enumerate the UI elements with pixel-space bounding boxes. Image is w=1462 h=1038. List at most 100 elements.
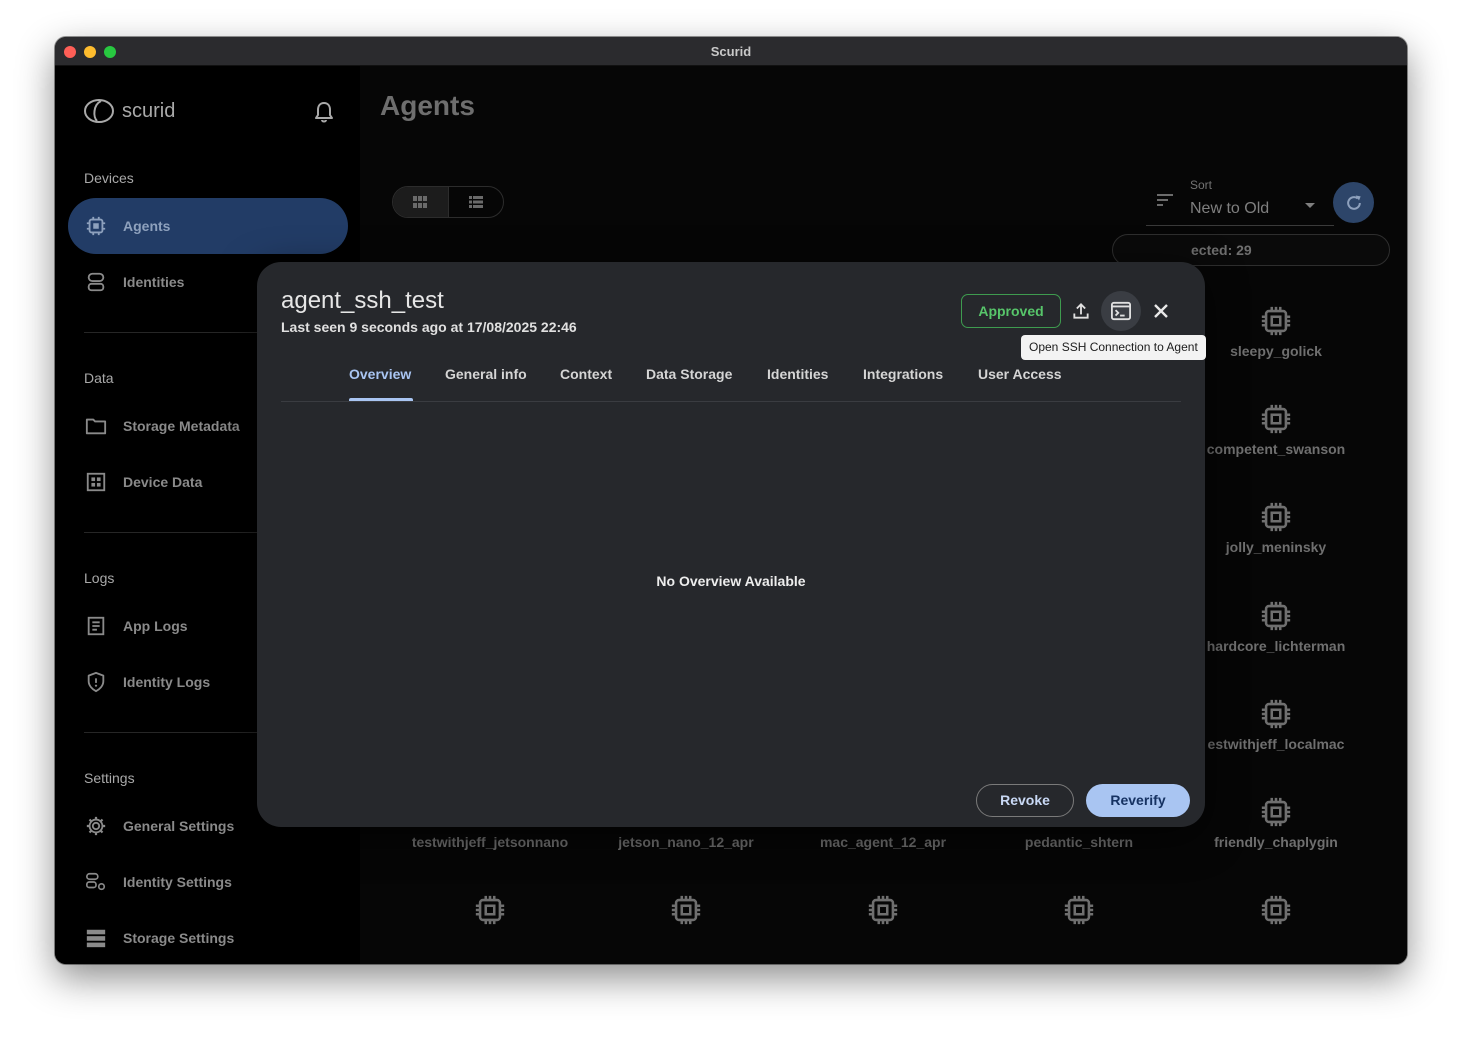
tab-overview[interactable]: Overview	[349, 366, 411, 382]
agent-name: estwithjeff_localmac	[1207, 736, 1345, 752]
close-icon	[1154, 304, 1168, 318]
refresh-icon	[1346, 195, 1361, 210]
agent-name: jetson_nano_12_apr	[618, 834, 754, 850]
agent-name: sleepy_golick	[1230, 343, 1322, 359]
chip-icon	[1259, 697, 1293, 731]
chip-icon	[1259, 500, 1293, 534]
scurid-logo-icon	[84, 99, 114, 123]
tab-identities[interactable]: Identities	[767, 366, 828, 382]
sort-icon	[1157, 193, 1173, 211]
sidebar-item-label: Identity Logs	[123, 674, 211, 690]
bell-icon	[315, 102, 333, 123]
tab-general-info[interactable]: General info	[445, 366, 527, 382]
agent-name: competent_swanson	[1206, 441, 1346, 457]
list-view-button[interactable]	[449, 187, 504, 217]
gear-icon	[84, 814, 108, 838]
sidebar-item-label: Identity Settings	[123, 874, 232, 890]
agent-name: friendly_chaplygin	[1214, 834, 1338, 850]
tab-data-storage[interactable]: Data Storage	[646, 366, 732, 382]
agent-card[interactable]	[785, 893, 981, 964]
tab-user-access[interactable]: User Access	[978, 366, 1062, 382]
agent-card[interactable]	[392, 893, 588, 964]
device-data-icon	[84, 470, 108, 494]
chip-icon	[1062, 893, 1096, 927]
tab-active-indicator	[349, 398, 413, 401]
refresh-button[interactable]	[1333, 182, 1374, 223]
sidebar-item-label: App Logs	[123, 618, 188, 634]
upload-button[interactable]	[1061, 291, 1101, 331]
agent-card[interactable]: jolly_meninsky	[1178, 500, 1374, 598]
title-bar: Scurid	[55, 37, 1407, 66]
notifications-button[interactable]	[314, 101, 334, 128]
sidebar-item-label: Storage Settings	[123, 930, 235, 946]
agent-card[interactable]: competent_swanson	[1178, 402, 1374, 500]
agent-name: mac_agent_12_apr	[819, 834, 947, 850]
chip-icon	[1259, 304, 1293, 338]
sidebar-item-label: Agents	[123, 218, 171, 234]
section-settings: Settings	[84, 770, 135, 786]
agent-card[interactable]	[588, 893, 784, 964]
shield-icon	[84, 670, 108, 694]
list-icon	[468, 196, 483, 208]
terminal-icon	[1111, 301, 1131, 321]
agent-name: hardcore_lichterman	[1206, 638, 1346, 654]
dialog-title: agent_ssh_test	[281, 287, 444, 314]
reverify-button[interactable]: Reverify	[1086, 784, 1190, 817]
chip-icon	[1259, 795, 1293, 829]
app-content: scurid Devices Agents Identities Data St…	[55, 66, 1407, 964]
chip-icon	[473, 893, 507, 927]
sidebar-item-label: Device Data	[123, 474, 203, 490]
tab-integrations[interactable]: Integrations	[863, 366, 943, 382]
last-seen-text: Last seen 9 seconds ago at 17/08/2025 22…	[281, 319, 577, 335]
revoke-button[interactable]: Revoke	[976, 784, 1074, 817]
sort-select[interactable]: Sort New to Old	[1146, 174, 1334, 226]
sidebar-item-label: Identities	[123, 274, 185, 290]
document-icon	[84, 614, 108, 638]
chip-icon	[84, 214, 108, 238]
app-window: Scurid scurid Devices Agents Identities …	[55, 37, 1407, 964]
view-toggle	[392, 186, 504, 218]
chip-icon	[1259, 402, 1293, 436]
tab-bar: Overview General info Context Data Stora…	[281, 356, 1181, 402]
close-dialog-button[interactable]	[1141, 291, 1181, 331]
sort-label: Sort	[1190, 178, 1213, 192]
section-devices: Devices	[84, 170, 134, 186]
chip-icon	[669, 893, 703, 927]
agent-card[interactable]: hardcore_lichterman	[1178, 599, 1374, 697]
agent-card[interactable]: sleepy_golick	[1178, 304, 1374, 402]
sidebar-item-agents[interactable]: Agents	[68, 198, 348, 254]
section-data: Data	[84, 370, 114, 386]
status-badge: Approved	[961, 294, 1061, 328]
sidebar-item-label: General Settings	[123, 818, 235, 834]
identity-icon	[84, 270, 108, 294]
agent-card[interactable]: estwithjeff_localmac	[1178, 697, 1374, 795]
chevron-down-icon	[1305, 203, 1315, 208]
grid-view-button[interactable]	[393, 187, 449, 217]
agent-name: pedantic_shtern	[1024, 834, 1134, 850]
page-title: Agents	[380, 90, 475, 121]
logo-text: scurid	[122, 99, 176, 122]
folder-icon	[84, 414, 108, 438]
sidebar-item-identity-settings[interactable]: Identity Settings	[68, 854, 348, 910]
identity-settings-icon	[84, 870, 108, 894]
agent-name: testwithjeff_jetsonnano	[411, 834, 569, 850]
chip-icon	[1259, 599, 1293, 633]
sidebar-item-storage-settings[interactable]: Storage Settings	[68, 910, 348, 964]
agent-name: jolly_meninsky	[1225, 539, 1327, 555]
window-title: Scurid	[710, 44, 752, 59]
ssh-terminal-button[interactable]	[1101, 291, 1141, 331]
agent-card[interactable]	[981, 893, 1177, 964]
tab-context[interactable]: Context	[560, 366, 612, 382]
grid-icon	[413, 196, 428, 208]
upload-icon	[1073, 303, 1089, 319]
agent-card[interactable]	[1178, 893, 1374, 964]
sort-value: New to Old	[1190, 200, 1270, 217]
chip-icon	[866, 893, 900, 927]
logo: scurid	[83, 99, 175, 123]
agent-card[interactable]: friendly_chaplygin	[1178, 795, 1374, 893]
storage-icon	[84, 926, 108, 950]
chip-icon	[1259, 893, 1293, 927]
empty-state-message: No Overview Available	[656, 573, 806, 589]
sidebar-item-label: Storage Metadata	[123, 418, 240, 434]
agent-detail-dialog: agent_ssh_test Last seen 9 seconds ago a…	[257, 262, 1206, 827]
